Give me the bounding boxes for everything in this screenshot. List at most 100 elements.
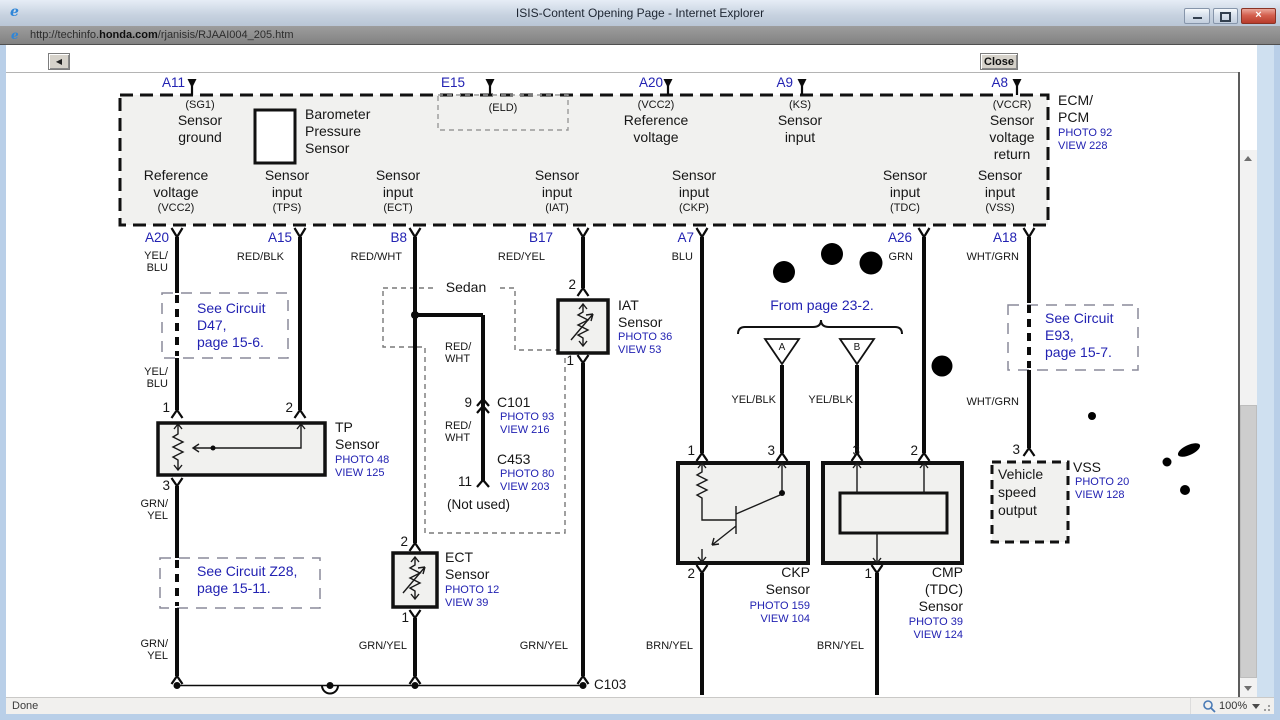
- barometer-label-3: Sensor: [305, 140, 350, 156]
- see-circuit-d47[interactable]: page 15-6.: [197, 334, 264, 350]
- iat-view-link[interactable]: VIEW 53: [618, 344, 661, 357]
- connector-label-a11: A11: [161, 75, 185, 90]
- zoom-level[interactable]: 100%: [1219, 700, 1247, 713]
- close-page-button[interactable]: Close: [980, 53, 1018, 70]
- pin-number: 9: [464, 395, 472, 410]
- wire-color-label: RED/YEL: [497, 251, 545, 263]
- ie-page-icon: e: [11, 28, 19, 42]
- wire-color-label: WHT: [445, 432, 471, 444]
- zoom-dropdown-icon[interactable]: [1252, 704, 1260, 709]
- connector-label-a9: A9: [776, 75, 793, 90]
- ecm-ks-sub: (KS): [789, 99, 811, 111]
- cmp-photo-link[interactable]: PHOTO 39: [853, 616, 963, 629]
- barometer-label-1: Barometer: [305, 106, 371, 122]
- connector-label-a26: A26: [887, 230, 912, 245]
- title-bar[interactable]: e ISIS-Content Opening Page - Internet E…: [0, 0, 1280, 27]
- address-bar[interactable]: e http://techinfo.honda.com/rjanisis/RJA…: [0, 26, 1280, 45]
- scroll-up-button[interactable]: [1240, 150, 1257, 167]
- tp-view-link[interactable]: VIEW 125: [335, 467, 385, 480]
- wire-color-label: RED/BLK: [236, 251, 284, 263]
- from-page-note[interactable]: From page 23-2.: [745, 297, 899, 313]
- vertical-scrollbar[interactable]: [1240, 150, 1257, 697]
- iat-sensor-type: Sensor: [618, 314, 663, 330]
- scroll-down-icon: [1244, 686, 1252, 691]
- ecm-sg1-l2: ground: [178, 129, 222, 145]
- cmp-sensor-name: CMP: [931, 564, 963, 580]
- ecm-cell-tps-l1: Sensor: [264, 167, 310, 183]
- status-separator: [1190, 698, 1191, 714]
- ecm-cell-tps-sub: (TPS): [272, 202, 302, 214]
- c453-photo-link[interactable]: PHOTO 80: [500, 468, 554, 481]
- ckp-photo-link[interactable]: PHOTO 159: [700, 600, 810, 613]
- url-text[interactable]: http://techinfo.honda.com/rjanisis/RJAAI…: [30, 29, 294, 41]
- minimize-button[interactable]: [1184, 8, 1210, 24]
- wire-color-label: WHT/GRN: [966, 251, 1019, 263]
- iat-photo-link[interactable]: PHOTO 36: [618, 331, 672, 344]
- connector-label-a8: A8: [991, 75, 1008, 90]
- ecm-cell-ect-l1: Sensor: [375, 167, 421, 183]
- wire-color-label: GRN/YEL: [519, 640, 568, 652]
- sedan-label: Sedan: [436, 279, 496, 295]
- ecm-ks-l2: input: [784, 129, 816, 145]
- pin-number: 1: [566, 353, 574, 368]
- ecm-vccr-l2: voltage: [989, 129, 1035, 145]
- ecm-photo-link[interactable]: PHOTO 92: [1058, 127, 1112, 140]
- ecm-sg1-l1: Sensor: [177, 112, 223, 128]
- ecm-cell-ckp-l2: input: [678, 184, 710, 200]
- wire-color-label: BLU: [671, 251, 693, 263]
- wire-color-label: GRN: [888, 251, 913, 263]
- wire-color-label: BRN/YEL: [816, 640, 864, 652]
- wire-color-label: GRN/YEL: [358, 640, 407, 652]
- see-circuit-e93[interactable]: See Circuit: [1045, 310, 1113, 326]
- triangle-a-label: A: [778, 342, 786, 353]
- see-circuit-d47[interactable]: D47,: [197, 317, 227, 333]
- pin-number: 2: [400, 534, 408, 549]
- tp-photo-link[interactable]: PHOTO 48: [335, 454, 389, 467]
- connector-label-b8: B8: [390, 230, 407, 245]
- back-button[interactable]: ◀: [48, 53, 70, 70]
- ckp-view-link[interactable]: VIEW 104: [700, 613, 810, 626]
- pin-number: 1: [401, 610, 409, 625]
- tp-sensor-box: [156, 421, 327, 477]
- vss-name: VSS: [1073, 459, 1102, 475]
- c101-photo-link[interactable]: PHOTO 93: [500, 411, 554, 424]
- maximize-button[interactable]: [1213, 8, 1238, 24]
- cmp-sensor-type: Sensor: [918, 598, 963, 614]
- cmp-view-link[interactable]: VIEW 124: [853, 629, 963, 642]
- pin-number: 1: [687, 443, 695, 458]
- ect-view-link[interactable]: VIEW 39: [445, 597, 488, 610]
- vss-view-link[interactable]: VIEW 128: [1075, 489, 1125, 502]
- see-circuit-z28[interactable]: See Circuit Z28,: [197, 563, 297, 579]
- vss-photo-link[interactable]: PHOTO 20: [1075, 476, 1129, 489]
- ecm-cell-ckp-l1: Sensor: [671, 167, 717, 183]
- c453-label: C453: [497, 451, 531, 467]
- window-close-button[interactable]: ×: [1241, 8, 1276, 24]
- see-circuit-z28[interactable]: page 15-11.: [197, 580, 271, 596]
- scrollbar-thumb[interactable]: [1240, 405, 1257, 678]
- c101-view-link[interactable]: VIEW 216: [500, 424, 550, 437]
- ect-photo-link[interactable]: PHOTO 12: [445, 584, 499, 597]
- ecm-sg1-sub: (SG1): [185, 99, 215, 111]
- barometer-box: [253, 108, 297, 165]
- connector-label-e15: E15: [440, 75, 465, 90]
- pin-number: 11: [457, 474, 472, 489]
- ecm-cell-ckp-sub: (CKP): [679, 202, 709, 214]
- pin-number: 2: [285, 400, 293, 415]
- see-circuit-e93[interactable]: page 15-7.: [1045, 344, 1112, 360]
- wire-color-label: YEL/BLK: [731, 394, 776, 406]
- ecm-cell-iat-sub: (IAT): [545, 202, 569, 214]
- ecm-cell-vcc2-sub: (VCC2): [157, 202, 195, 214]
- c453-view-link[interactable]: VIEW 203: [500, 481, 550, 494]
- ecm-vccr-sub: (VCCR): [992, 99, 1032, 111]
- c103-label: C103: [594, 677, 627, 692]
- see-circuit-e93[interactable]: E93,: [1045, 327, 1074, 343]
- tp-sensor-name: TP: [335, 419, 353, 435]
- pin-number: 1: [162, 400, 170, 415]
- ecm-view-link[interactable]: VIEW 228: [1058, 140, 1108, 153]
- scroll-down-button[interactable]: [1240, 680, 1257, 697]
- resize-grip[interactable]: [1260, 701, 1270, 711]
- ecm-cell-ect-sub: (ECT): [383, 202, 413, 214]
- ckp-sensor-name: CKP: [781, 564, 810, 580]
- ecm-cell-iat-l1: Sensor: [534, 167, 580, 183]
- see-circuit-d47[interactable]: See Circuit: [197, 300, 265, 316]
